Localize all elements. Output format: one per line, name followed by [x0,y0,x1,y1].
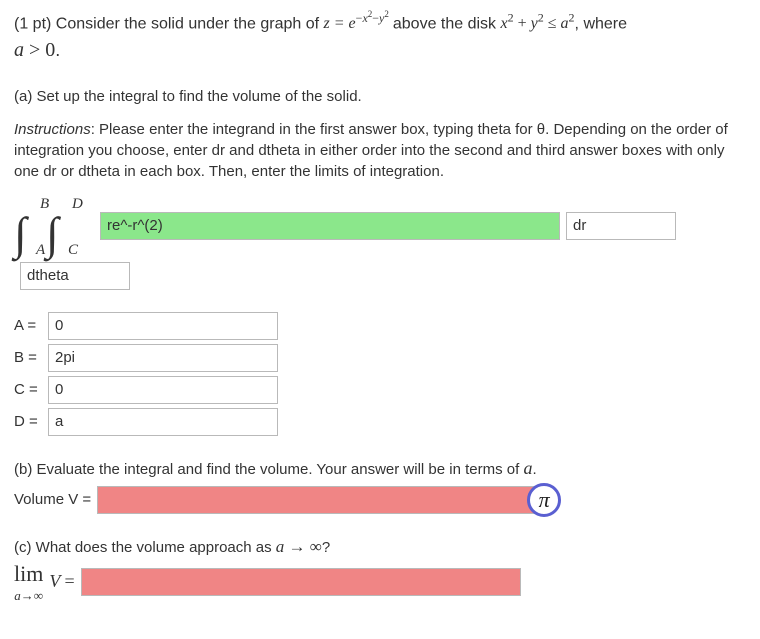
d-first-input[interactable] [566,212,676,240]
problem-condition: a > 0. [14,36,746,64]
limit-input[interactable] [81,568,521,596]
lim-word: lim [14,559,43,590]
volume-label: Volume V = [14,489,91,510]
eq-surface: z = e−x2−y2 [324,15,393,32]
eq-disk: x2 + y2 ≤ a2 [501,15,575,32]
limit-expression: lim a→∞ V = [14,559,521,605]
volume-input[interactable] [97,486,537,514]
lim-V-eq: V = [49,569,74,594]
instructions: Instructions: Please enter the integrand… [14,119,746,182]
bound-label-B: B = [14,347,48,368]
bound-label-A: A = [14,315,48,336]
bounds-block: A = B = C = D = [14,312,746,436]
points-label: (1 pt) [14,15,51,32]
lim-subscript: a→∞ [14,587,43,605]
part-a-label: (a) Set up the integral to find the volu… [14,86,746,107]
problem-prompt: (1 pt) Consider the solid under the grap… [14,8,746,36]
bound-input-B[interactable] [48,344,278,372]
bound-label-D: D = [14,411,48,432]
bound-label-C: C = [14,379,48,400]
integral-expression: ∫ ∫ A B C D [14,196,746,256]
bound-input-A[interactable] [48,312,278,340]
part-c-text: (c) What does the volume approach as a →… [14,535,746,559]
d-second-input[interactable] [20,262,130,290]
integrand-input[interactable] [100,212,560,240]
double-integral-symbol: ∫ ∫ A B C D [14,196,94,256]
bound-input-D[interactable] [48,408,278,436]
part-b-text: (b) Evaluate the integral and find the v… [14,456,746,481]
bound-input-C[interactable] [48,376,278,404]
pi-icon[interactable]: π [527,483,561,517]
